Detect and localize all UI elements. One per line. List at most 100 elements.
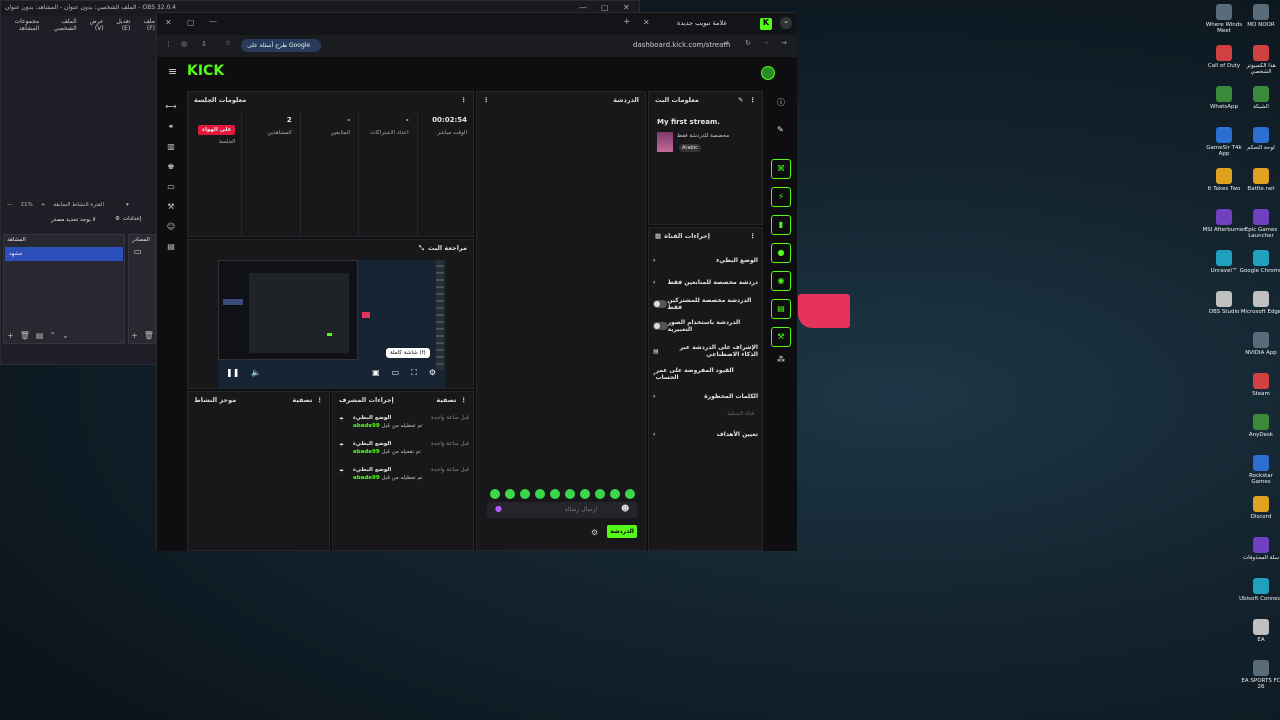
emote-bar[interactable]	[485, 484, 635, 503]
monitor-icon[interactable]: ▭	[129, 245, 155, 258]
tab-new[interactable]: علامة تبويب جديدة	[677, 19, 727, 27]
wrench-icon[interactable]: ⚒	[771, 327, 791, 347]
download-icon[interactable]: ⇩	[201, 40, 207, 48]
desktop-icon[interactable]: Epic Games Launcher	[1239, 209, 1280, 239]
desktop-icon[interactable]: سلة المحذوفات	[1239, 537, 1280, 561]
desktop-icon[interactable]: الشبكة	[1239, 86, 1280, 110]
settings-button[interactable]: ⚙ إعدادات	[115, 216, 141, 222]
mic-icon[interactable]: ●	[495, 504, 502, 513]
volume-icon[interactable]: 🔈	[251, 368, 261, 378]
wrench-icon[interactable]: ⚒	[165, 197, 177, 217]
action-subs-only[interactable]: الدردشة مخصصة للمشتركين فقط	[653, 294, 758, 314]
stream-icon[interactable]: ⟷	[165, 97, 177, 117]
trophy-icon[interactable]: ♚	[165, 157, 177, 177]
add-icon[interactable]: +	[7, 331, 14, 340]
trash-icon[interactable]: 🗑	[20, 331, 30, 340]
google-lens-chip[interactable]: طرح أسئلة على Google	[241, 39, 321, 52]
minimize-icon[interactable]: —	[209, 17, 217, 26]
raid-icon[interactable]: ⌘	[771, 159, 791, 179]
pip-icon[interactable]: ▣	[372, 368, 380, 378]
users-icon[interactable]: ☺	[165, 217, 177, 237]
pencil-icon[interactable]: ✎	[777, 125, 784, 134]
desktop-icon[interactable]: Battle.net	[1239, 168, 1280, 192]
action-account-age[interactable]: › القيود المفروضة على عمر الحساب	[653, 364, 758, 384]
maximize-icon[interactable]: ▢	[601, 3, 609, 12]
hamburger-icon[interactable]: ≡	[168, 65, 177, 78]
desktop-icon[interactable]: Rockstar Games	[1239, 455, 1280, 485]
action-ai-moderation[interactable]: ▤ الإشراف على الدردشة عبر الذكاء الاصطناع…	[653, 338, 758, 364]
close-icon[interactable]: ✕	[623, 3, 630, 12]
kick-tab-icon[interactable]: K	[760, 18, 772, 30]
emoji-icon[interactable]: ☻	[621, 504, 629, 513]
menu-item[interactable]: تعديل (E)	[114, 18, 130, 32]
send-chat-button[interactable]: الدردشة	[607, 525, 637, 538]
tab-search-icon[interactable]: ⌄	[780, 17, 792, 29]
action-followers-only[interactable]: › دردشة مخصصة للمتابعين فقط	[653, 272, 758, 292]
filter-icon[interactable]: ▤	[36, 331, 44, 340]
fullscreen-icon[interactable]: ⛶	[411, 368, 417, 378]
forward-icon[interactable]: →	[763, 39, 769, 47]
up-icon[interactable]: ⌃	[49, 331, 56, 340]
desktop-icon[interactable]: Microsoft Edge	[1239, 291, 1280, 315]
more-icon[interactable]: ⋮	[750, 96, 757, 104]
transition-button[interactable]: لا يوجد تحديد مصدر	[51, 217, 96, 223]
add-icon[interactable]: +	[131, 331, 138, 340]
dropdown-icon[interactable]: ▾	[126, 202, 129, 208]
desktop-icon[interactable]: Ubisoft Connect	[1239, 578, 1280, 602]
more-icon[interactable]: ⋮	[750, 232, 757, 240]
chat-settings-icon[interactable]: ⚙	[591, 528, 598, 537]
analytics-icon[interactable]: ▤	[165, 237, 177, 257]
server-icon[interactable]: ▤	[771, 299, 791, 319]
apps-icon[interactable]: ⁂	[777, 355, 785, 364]
chart-icon[interactable]: ▥	[165, 137, 177, 157]
tune-icon[interactable]: ⇌	[723, 39, 729, 47]
kick-logo[interactable]: KICK	[187, 63, 224, 79]
back-icon[interactable]: →	[781, 39, 787, 47]
filter-button[interactable]: تصفية	[292, 396, 312, 404]
chat-input[interactable]: إرسال رسالة	[487, 502, 637, 518]
reload-icon[interactable]: ↻	[745, 39, 751, 47]
desktop-icon[interactable]: EA SPORTS FC 26	[1239, 660, 1280, 690]
menu-item[interactable]: مجموعات المشاهد	[7, 18, 40, 32]
menu-dots-icon[interactable]: ⋮	[165, 40, 172, 48]
extension-icon[interactable]: ◎	[181, 40, 187, 48]
info-icon[interactable]: ⓘ	[777, 97, 785, 108]
more-icon[interactable]: ⋮	[461, 396, 468, 404]
bolt-icon[interactable]: ⚡	[771, 187, 791, 207]
video-player[interactable]: شاشة كاملة (f) ❚❚ 🔈 ▣ ▭ ⛶ ⚙	[218, 260, 446, 388]
desktop-icon[interactable]: MO NOOR	[1239, 4, 1280, 28]
menu-item[interactable]: الملف الشخصي	[49, 18, 77, 32]
down-icon[interactable]: ⌄	[62, 331, 69, 340]
desktop-icon[interactable]: EA	[1239, 619, 1280, 643]
zoom-level[interactable]: 21%	[21, 202, 33, 208]
trash-icon[interactable]: ▮	[771, 215, 791, 235]
close-icon[interactable]: ✕	[165, 18, 172, 27]
desktop-icon[interactable]: لوحة التحكم	[1239, 127, 1280, 151]
desktop-icon[interactable]: NVIDIA App	[1239, 332, 1280, 356]
action-goals[interactable]: › تعيين الأهداف	[653, 424, 758, 444]
desktop-icon[interactable]: هذا الكمبيوتر الشخصي	[1239, 45, 1280, 75]
menu-item[interactable]: عرض (V)	[87, 18, 103, 32]
action-banned-words[interactable]: › الكلمات المحظورة	[653, 386, 758, 406]
desktop-icon[interactable]: AnyDesk	[1239, 414, 1280, 438]
restore-icon[interactable]: ▢	[187, 18, 195, 27]
action-emote-only[interactable]: الدردشة باستخدام الصور التعبيرية	[653, 316, 758, 336]
link-icon[interactable]: ⚭	[165, 117, 177, 137]
filter-button[interactable]: تصفية	[436, 396, 456, 404]
chat-bubble-icon[interactable]: ●	[771, 243, 791, 263]
new-tab-icon[interactable]: +	[623, 17, 631, 27]
avatar[interactable]	[761, 66, 775, 80]
desktop-icon[interactable]: Google Chrome	[1239, 250, 1280, 274]
trash-icon[interactable]: 🗑	[144, 331, 154, 340]
card-icon[interactable]: ▭	[165, 177, 177, 197]
pause-icon[interactable]: ❚❚	[226, 368, 239, 378]
star-icon[interactable]: ☆	[225, 39, 231, 47]
more-icon[interactable]: ⋮	[317, 396, 324, 404]
broadcast-icon[interactable]: ◉	[771, 271, 791, 291]
url-field[interactable]: dashboard.kick.com/stream	[633, 41, 730, 49]
close-tab-icon[interactable]: ✕	[643, 18, 650, 27]
theater-icon[interactable]: ▭	[392, 368, 400, 378]
minimize-icon[interactable]: —	[579, 3, 587, 12]
settings-gear-icon[interactable]: ⚙	[429, 368, 436, 378]
action-slow-mode[interactable]: › الوضع البطيء	[653, 250, 758, 270]
